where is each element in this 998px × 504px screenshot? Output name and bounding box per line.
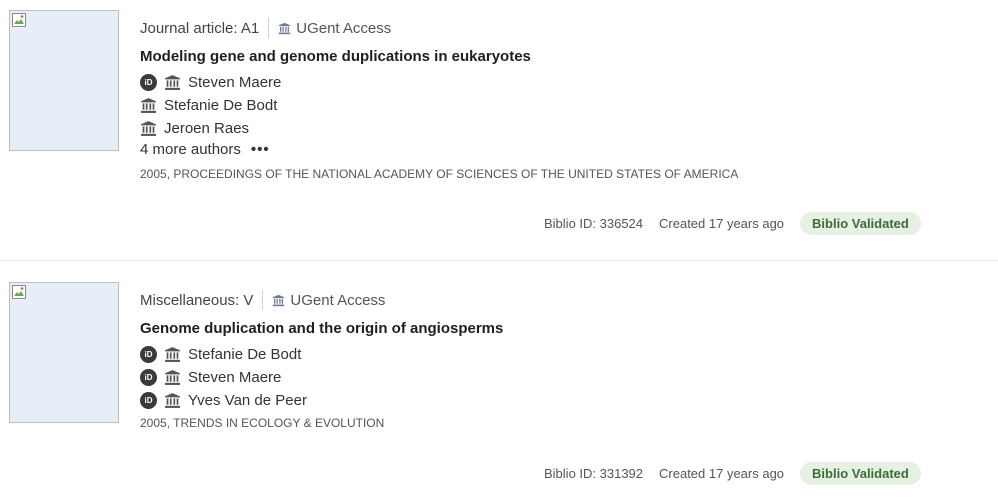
biblio-id: Biblio ID: 336524 xyxy=(544,216,644,231)
orcid-icon[interactable]: iD xyxy=(140,391,157,409)
publication-title[interactable]: Genome duplication and the origin of ang… xyxy=(140,320,503,337)
access-level: UGent Access xyxy=(272,292,385,309)
author-name[interactable]: Jeroen Raes xyxy=(164,120,249,137)
record-meta: Miscellaneous: V UGent Access xyxy=(140,290,385,310)
more-options-icon[interactable]: ••• xyxy=(251,141,270,158)
author-item[interactable]: iD Stefanie De Bodt xyxy=(140,344,301,364)
author-item[interactable]: Jeroen Raes xyxy=(140,118,249,138)
publication-type: Journal article: A1 xyxy=(140,19,260,37)
institution-icon xyxy=(279,22,291,34)
orcid-icon[interactable]: iD xyxy=(140,73,157,91)
record-meta: Journal article: A1 UGent Access xyxy=(140,18,391,38)
publication-thumbnail[interactable] xyxy=(9,282,119,423)
created-date: Created 17 years ago xyxy=(659,466,785,481)
status-badge: Biblio Validated xyxy=(800,462,921,485)
publication-info: 2005, TRENDS IN ECOLOGY & EVOLUTION xyxy=(140,416,385,430)
more-authors-toggle[interactable]: 4 more authors ••• xyxy=(140,141,270,158)
author-item[interactable]: Stefanie De Bodt xyxy=(140,95,277,115)
more-authors-label[interactable]: 4 more authors xyxy=(140,141,241,158)
biblio-id: Biblio ID: 331392 xyxy=(544,466,644,481)
created-date: Created 17 years ago xyxy=(659,216,785,231)
broken-image-icon xyxy=(12,13,26,27)
broken-image-icon xyxy=(12,285,26,299)
institution-icon xyxy=(165,392,180,408)
publication-thumbnail[interactable] xyxy=(9,10,119,151)
institution-icon xyxy=(165,346,180,362)
status-badge: Biblio Validated xyxy=(800,212,921,235)
record-footer: Biblio ID: 336524 Created 17 years ago B… xyxy=(544,212,921,235)
institution-icon xyxy=(141,97,156,113)
author-name[interactable]: Yves Van de Peer xyxy=(188,392,307,409)
institution-icon xyxy=(273,294,285,306)
meta-divider xyxy=(262,290,264,310)
author-item[interactable]: iD Steven Maere xyxy=(140,72,281,92)
author-item[interactable]: iD Yves Van de Peer xyxy=(140,390,307,410)
author-name[interactable]: Stefanie De Bodt xyxy=(164,97,277,114)
access-label: UGent Access xyxy=(296,19,392,37)
access-level: UGent Access xyxy=(278,20,391,37)
orcid-icon[interactable]: iD xyxy=(140,345,157,363)
publication-type: Miscellaneous: V xyxy=(140,291,254,309)
record-footer: Biblio ID: 331392 Created 17 years ago B… xyxy=(544,462,921,485)
orcid-icon[interactable]: iD xyxy=(140,368,157,386)
institution-icon xyxy=(165,74,180,90)
institution-icon xyxy=(165,369,180,385)
institution-icon xyxy=(141,120,156,136)
author-name[interactable]: Stefanie De Bodt xyxy=(188,346,301,363)
access-label: UGent Access xyxy=(290,291,386,309)
author-name[interactable]: Steven Maere xyxy=(188,369,281,386)
publication-info: 2005, PROCEEDINGS OF THE NATIONAL ACADEM… xyxy=(140,167,739,181)
publication-title[interactable]: Modeling gene and genome duplications in… xyxy=(140,48,531,65)
publication-record: Miscellaneous: V UGent Access Genome dup… xyxy=(0,262,998,504)
publication-record: Journal article: A1 UGent Access Modelin… xyxy=(0,0,998,261)
author-item[interactable]: iD Steven Maere xyxy=(140,367,281,387)
meta-divider xyxy=(268,18,270,38)
author-name[interactable]: Steven Maere xyxy=(188,74,281,91)
